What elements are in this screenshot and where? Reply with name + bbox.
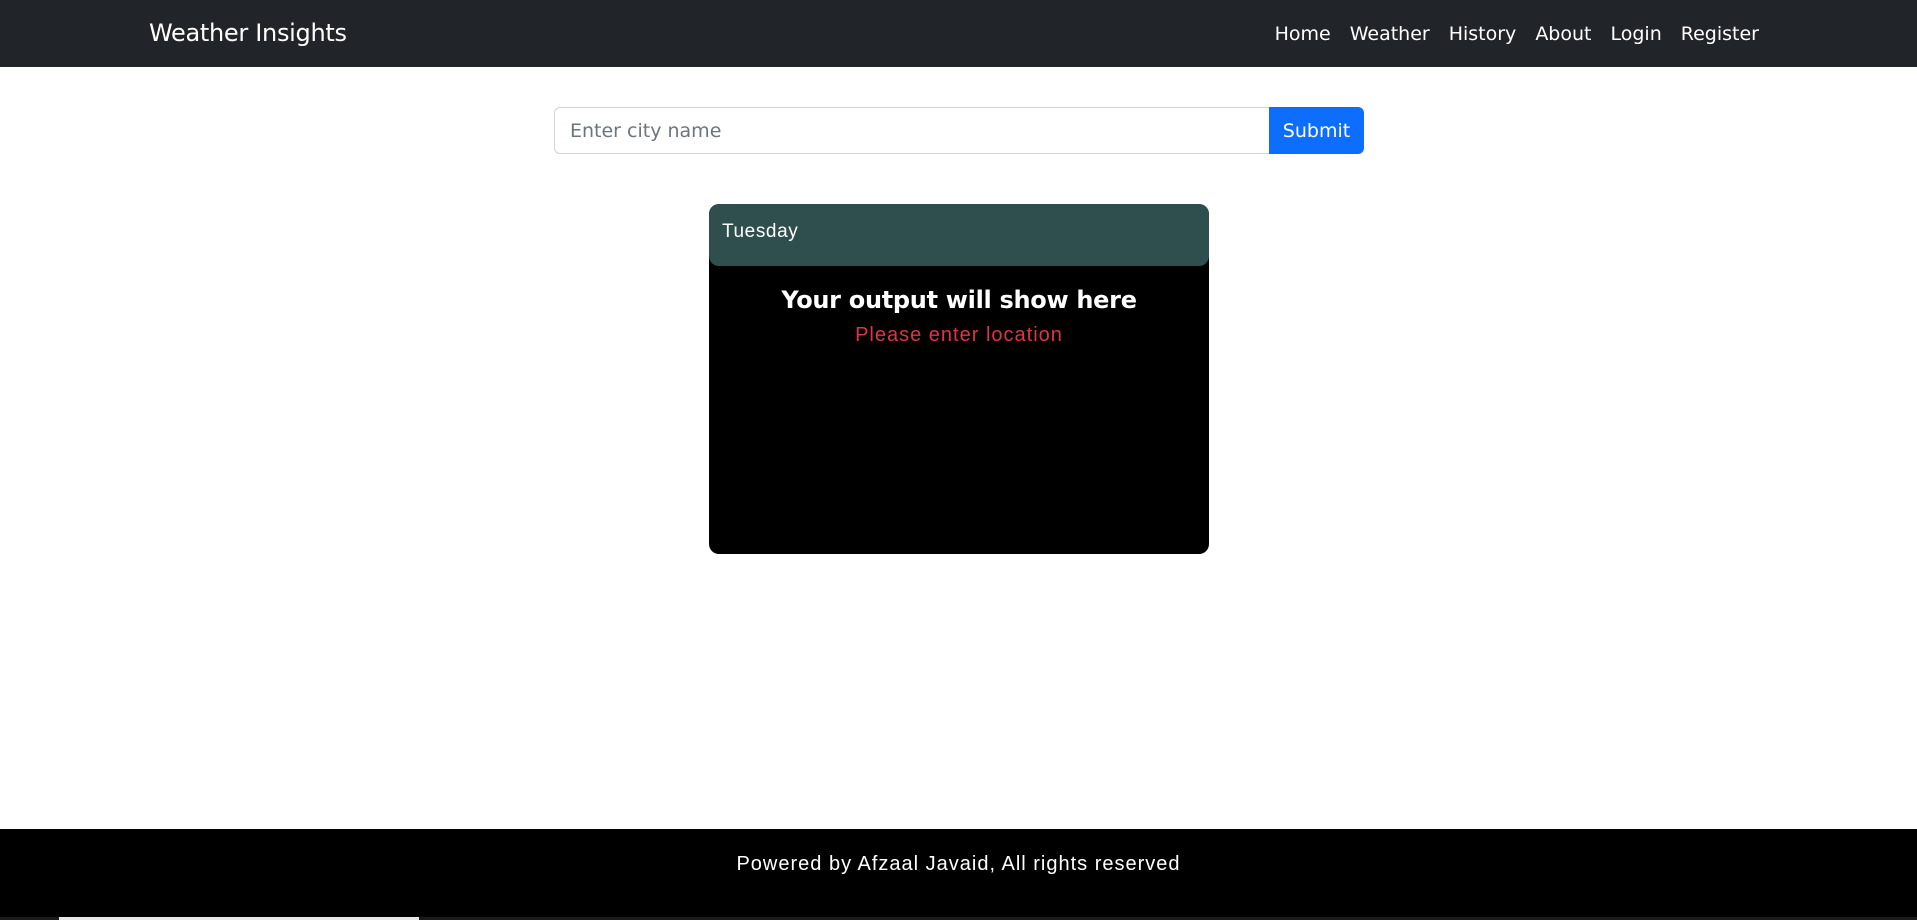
nav-link-home[interactable]: Home [1275,23,1331,45]
city-search-input[interactable] [554,107,1269,154]
weather-card: Tuesday Your output will show here Pleas… [709,204,1209,554]
submit-button[interactable]: Submit [1269,107,1364,154]
output-title: Your output will show here [781,286,1137,314]
nav-link-weather[interactable]: Weather [1350,23,1430,45]
search-group: Submit [554,107,1364,154]
nav-link-history[interactable]: History [1449,23,1517,45]
nav-link-register[interactable]: Register [1681,23,1759,45]
navbar: Weather Insights Home Weather History Ab… [0,0,1917,67]
location-warning: Please enter location [855,324,1063,346]
nav-links: Home Weather History About Login Registe… [1275,0,1759,67]
footer: Powered by Afzaal Javaid, All rights res… [0,829,1917,920]
brand-link[interactable]: Weather Insights [149,0,347,67]
card-header-day: Tuesday [709,204,1209,266]
nav-link-login[interactable]: Login [1611,23,1662,45]
footer-text: Powered by Afzaal Javaid, All rights res… [736,853,1181,875]
nav-link-about[interactable]: About [1535,23,1591,45]
